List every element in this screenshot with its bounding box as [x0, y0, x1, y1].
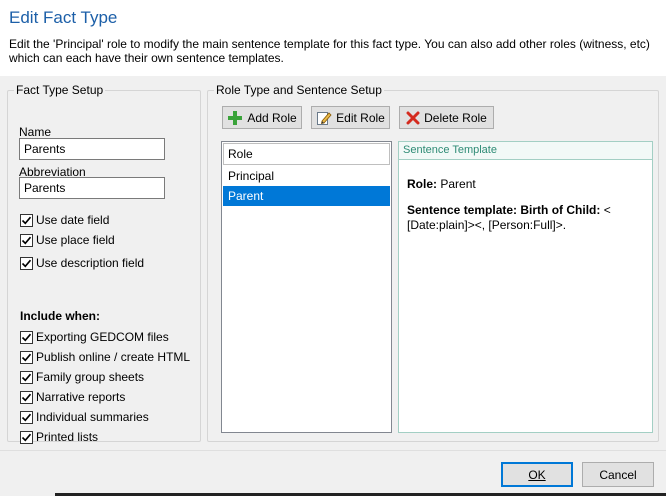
edit-role-button[interactable]: Edit Role [311, 106, 390, 129]
individual-summaries-label: Individual summaries [36, 410, 149, 424]
sentence-value-line: [Date:plain]><, [Person:Full]>. [407, 218, 567, 232]
fact-type-setup-title: Fact Type Setup [14, 83, 106, 97]
use-place-field-label: Use place field [36, 233, 115, 247]
add-role-label: Add Role [247, 110, 297, 125]
exporting-gedcom-checkbox[interactable]: Exporting GEDCOM files [20, 329, 169, 345]
checkmark-icon [20, 350, 33, 364]
cancel-label: Cancel [599, 467, 637, 482]
exporting-gedcom-label: Exporting GEDCOM files [36, 330, 169, 344]
include-when-heading: Include when: [20, 309, 101, 323]
narrative-reports-label: Narrative reports [36, 390, 126, 404]
family-group-sheets-label: Family group sheets [36, 370, 145, 384]
dialog-footer: OK Cancel [0, 450, 666, 496]
dialog-description: Edit the 'Principal' role to modify the … [9, 37, 650, 65]
dialog-title: Edit Fact Type [9, 8, 118, 27]
dialog-header: Edit Fact Type Edit the 'Principal' role… [0, 0, 666, 76]
checkmark-icon [20, 330, 33, 344]
checkmark-icon [20, 233, 33, 247]
checkmark-icon [20, 430, 33, 444]
sentence-template-panel: Sentence Template Role: Parent Sentence … [398, 141, 653, 433]
name-label: Name [19, 125, 52, 139]
printed-lists-label: Printed lists [36, 430, 99, 444]
pencil-icon [316, 110, 332, 126]
publish-online-checkbox[interactable]: Publish online / create HTML [20, 349, 190, 365]
use-description-field-checkbox[interactable]: Use description field [20, 255, 144, 271]
role-column-header[interactable]: Role [223, 143, 390, 165]
add-role-button[interactable]: Add Role [222, 106, 302, 129]
role-setup-title: Role Type and Sentence Setup [214, 83, 384, 97]
abbreviation-field[interactable]: Parents [19, 177, 165, 199]
sentence-value-start: < [603, 203, 611, 217]
sentence-caption: Sentence template: Birth of Child: [407, 203, 601, 217]
edit-role-label: Edit Role [336, 110, 385, 125]
checkmark-icon [20, 390, 33, 404]
name-field[interactable]: Parents [19, 138, 165, 160]
list-item-principal[interactable]: Principal [223, 166, 390, 186]
cancel-button[interactable]: Cancel [582, 462, 654, 487]
use-place-field-checkbox[interactable]: Use place field [20, 232, 115, 248]
role-list[interactable]: Role Principal Parent [221, 141, 392, 433]
ok-button[interactable]: OK [501, 462, 573, 487]
delete-role-button[interactable]: Delete Role [399, 106, 494, 129]
role-caption: Role: [407, 177, 437, 191]
sentence-template-header: Sentence Template [399, 142, 652, 160]
family-group-sheets-checkbox[interactable]: Family group sheets [20, 369, 144, 385]
role-line: Role: Parent [407, 177, 476, 192]
use-date-field-checkbox[interactable]: Use date field [20, 212, 109, 228]
checkmark-icon [20, 213, 33, 227]
checkmark-icon [20, 370, 33, 384]
plus-icon [227, 110, 243, 126]
individual-summaries-checkbox[interactable]: Individual summaries [20, 409, 149, 425]
dialog-body: Fact Type Setup Name Parents Abbreviatio… [0, 76, 666, 450]
publish-online-label: Publish online / create HTML [36, 350, 191, 364]
checkmark-icon [20, 410, 33, 424]
use-date-field-label: Use date field [36, 213, 110, 227]
list-item-parent[interactable]: Parent [223, 186, 390, 206]
sentence-line: Sentence template: Birth of Child: < [407, 203, 611, 218]
role-value: Parent [440, 177, 476, 191]
use-description-field-label: Use description field [36, 256, 145, 270]
red-x-icon [406, 111, 420, 125]
delete-role-label: Delete Role [424, 110, 487, 125]
checkmark-icon [20, 256, 33, 270]
printed-lists-checkbox[interactable]: Printed lists [20, 429, 98, 445]
ok-label: OK [528, 467, 546, 482]
narrative-reports-checkbox[interactable]: Narrative reports [20, 389, 125, 405]
fact-type-setup-group: Fact Type Setup Name Parents Abbreviatio… [7, 83, 201, 445]
